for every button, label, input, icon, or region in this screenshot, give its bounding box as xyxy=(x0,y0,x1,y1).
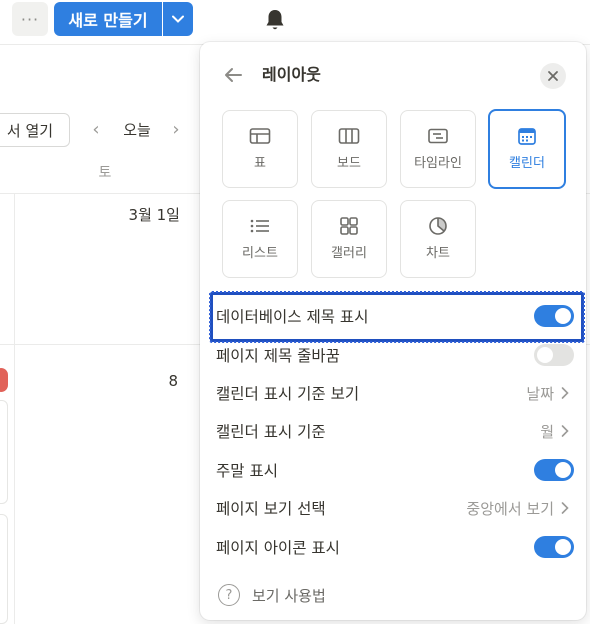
chevron-right-icon xyxy=(561,387,569,399)
setting-label: 캘린더 표시 기준 보기 xyxy=(216,385,360,403)
layout-option-label: 표 xyxy=(254,156,266,171)
panel-title: 레이아웃 xyxy=(262,65,321,84)
list-icon xyxy=(249,216,271,236)
more-options-button[interactable]: ··· xyxy=(12,2,48,36)
new-dropdown-button[interactable] xyxy=(163,2,193,36)
layout-option-table[interactable]: 표 xyxy=(222,110,298,188)
close-icon xyxy=(548,71,558,81)
setting-value-select[interactable]: 월 xyxy=(540,421,570,442)
setting-label: 캘린더 표시 기준 xyxy=(216,423,326,441)
layout-option-label: 갤러리 xyxy=(331,246,367,261)
annotation-highlight-box xyxy=(209,291,585,343)
layout-option-list[interactable]: 리스트 xyxy=(222,200,298,278)
layout-option-board[interactable]: 보드 xyxy=(311,110,387,188)
layout-option-label: 캘린더 xyxy=(509,156,545,171)
today-marker xyxy=(0,368,8,392)
calendar-date-8: 8 xyxy=(168,372,178,390)
calendar-icon xyxy=(516,126,538,146)
back-arrow-icon[interactable] xyxy=(222,64,244,86)
toggle-switch-on[interactable] xyxy=(534,459,574,481)
setting-value-select[interactable]: 중앙에서 보기 xyxy=(466,498,570,519)
next-month-button[interactable]: › xyxy=(168,118,184,140)
bell-icon[interactable] xyxy=(264,8,286,32)
calendar-gridline xyxy=(14,193,15,624)
previous-month-button[interactable]: ‹ xyxy=(88,118,104,140)
setting-value-select[interactable]: 날짜 xyxy=(526,383,570,404)
calendar-event-card[interactable] xyxy=(0,400,8,504)
close-button[interactable] xyxy=(540,63,566,89)
weekday-header-saturday: 토 xyxy=(98,165,112,181)
setting-label: 페이지 보기 선택 xyxy=(216,500,326,518)
help-label: 보기 사용법 xyxy=(252,586,326,605)
help-icon: ? xyxy=(218,584,240,606)
layout-option-chart[interactable]: 차트 xyxy=(400,200,476,278)
setting-value: 월 xyxy=(540,422,554,441)
layout-option-label: 보드 xyxy=(337,156,361,171)
chart-icon xyxy=(427,216,449,236)
layout-option-timeline[interactable]: 타임라인 xyxy=(400,110,476,188)
layout-panel: 레이아웃 표 보드 타임라인 캘린더 리스트 갤러리 차트 데이터베이스 제목 … xyxy=(200,42,586,620)
calendar-event-card[interactable] xyxy=(0,514,8,624)
setting-wrap-page-titles[interactable]: 페이지 제목 줄바꿈 xyxy=(216,336,574,374)
new-button[interactable]: 새로 만들기 xyxy=(54,2,162,36)
calendar-date-mar-1: 3월 1일 xyxy=(128,206,180,224)
setting-calendar-view-by[interactable]: 캘린더 표시 기준 보기 날짜 xyxy=(216,374,574,412)
gallery-icon xyxy=(338,216,360,236)
layout-option-label: 리스트 xyxy=(242,246,278,261)
view-help-link[interactable]: ? 보기 사용법 xyxy=(218,582,326,608)
toggle-switch-on[interactable] xyxy=(534,536,574,558)
setting-value: 날짜 xyxy=(526,384,554,403)
chevron-right-icon xyxy=(561,425,569,437)
setting-label: 페이지 아이콘 표시 xyxy=(216,539,340,557)
setting-show-page-icon[interactable]: 페이지 아이콘 표시 xyxy=(216,528,574,566)
layout-option-calendar[interactable]: 캘린더 xyxy=(488,109,566,189)
open-as-page-button[interactable]: 서 열기 xyxy=(0,113,70,147)
toggle-knob xyxy=(555,539,571,555)
timeline-icon xyxy=(427,126,449,146)
setting-label: 페이지 제목 줄바꿈 xyxy=(216,347,340,365)
board-icon xyxy=(338,126,360,146)
setting-open-pages-in[interactable]: 페이지 보기 선택 중앙에서 보기 xyxy=(216,489,574,527)
layout-option-label: 차트 xyxy=(426,246,450,261)
layout-option-gallery[interactable]: 갤러리 xyxy=(311,200,387,278)
setting-value: 중앙에서 보기 xyxy=(466,499,554,518)
chevron-down-icon xyxy=(172,15,184,23)
toggle-knob xyxy=(555,462,571,478)
toggle-knob xyxy=(537,347,553,363)
setting-label: 주말 표시 xyxy=(216,462,278,480)
layout-option-label: 타임라인 xyxy=(414,156,462,171)
toggle-switch-off[interactable] xyxy=(534,344,574,366)
chevron-right-icon xyxy=(561,502,569,514)
setting-show-weekends[interactable]: 주말 표시 xyxy=(216,451,574,489)
table-icon xyxy=(249,126,271,146)
today-button[interactable]: 오늘 xyxy=(112,118,162,140)
setting-calendar-display-by[interactable]: 캘린더 표시 기준 월 xyxy=(216,412,574,450)
